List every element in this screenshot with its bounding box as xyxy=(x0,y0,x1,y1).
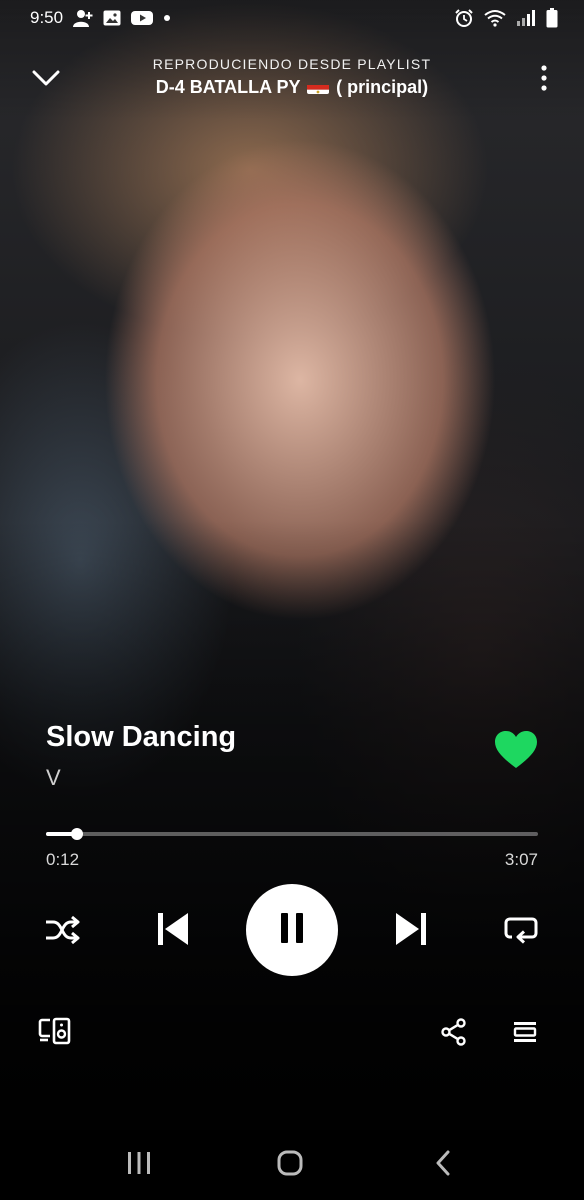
collapse-button[interactable] xyxy=(26,62,66,98)
pause-icon xyxy=(278,912,306,949)
more-options-button[interactable] xyxy=(532,62,556,98)
alarm-icon xyxy=(454,8,474,28)
player-header: REPRODUCIENDO DESDE PLAYLIST D-4 BATALLA… xyxy=(0,52,584,108)
home-button[interactable] xyxy=(273,1148,307,1182)
like-button[interactable] xyxy=(494,730,538,774)
previous-button[interactable] xyxy=(152,910,194,952)
signal-icon xyxy=(516,10,536,26)
status-bar-left: 9:50 xyxy=(30,8,171,28)
queue-button[interactable] xyxy=(512,1020,540,1048)
dot-icon xyxy=(163,14,171,22)
context-label: REPRODUCIENDO DESDE PLAYLIST xyxy=(152,56,432,72)
status-time: 9:50 xyxy=(30,8,64,27)
shuffle-button[interactable] xyxy=(42,912,82,952)
elapsed-time: 0:12 xyxy=(46,850,80,869)
playlist-name-prefix: D-4 BATALLA PY xyxy=(155,77,301,97)
queue-icon xyxy=(512,1022,538,1050)
playing-context[interactable]: REPRODUCIENDO DESDE PLAYLIST D-4 BATALLA… xyxy=(110,54,474,100)
back-icon xyxy=(433,1150,453,1181)
home-icon xyxy=(276,1149,304,1182)
recents-button[interactable] xyxy=(122,1148,156,1182)
android-navigation-bar xyxy=(0,1130,584,1200)
youtube-icon xyxy=(131,10,154,26)
playback-controls xyxy=(0,884,584,978)
paraguay-flag xyxy=(307,80,330,94)
back-button[interactable] xyxy=(426,1148,460,1182)
image-icon xyxy=(103,10,121,26)
total-time: 3:07 xyxy=(504,850,538,869)
more-vertical-icon xyxy=(541,64,547,96)
chevron-down-icon xyxy=(32,69,60,92)
status-bar: 9:50 xyxy=(0,0,584,36)
shuffle-icon xyxy=(44,915,80,950)
person-add-icon xyxy=(73,9,93,27)
status-bar-right xyxy=(454,8,558,28)
playlist-name-suffix: ( principal) xyxy=(336,77,429,97)
skip-previous-icon xyxy=(156,911,190,952)
progress-bar[interactable] xyxy=(46,828,538,840)
repeat-button[interactable] xyxy=(500,912,542,952)
wifi-icon xyxy=(484,9,506,27)
connect-devices-button[interactable] xyxy=(38,1016,74,1050)
share-button[interactable] xyxy=(440,1018,470,1048)
playlist-name: D-4 BATALLA PY ( principal) xyxy=(110,74,474,100)
skip-next-icon xyxy=(394,911,428,952)
share-icon xyxy=(440,1018,468,1050)
play-pause-button[interactable] xyxy=(246,884,338,976)
devices-icon xyxy=(38,1017,72,1050)
background-shade xyxy=(0,0,584,1200)
next-button[interactable] xyxy=(390,910,432,952)
repeat-icon xyxy=(504,915,538,950)
recents-icon xyxy=(126,1151,152,1180)
battery-icon xyxy=(546,8,558,28)
track-info: Slow Dancing V xyxy=(46,718,446,796)
track-title[interactable]: Slow Dancing xyxy=(46,718,446,756)
track-artist[interactable]: V xyxy=(46,760,446,796)
heart-filled-icon xyxy=(494,731,538,774)
progress-track xyxy=(46,832,538,836)
